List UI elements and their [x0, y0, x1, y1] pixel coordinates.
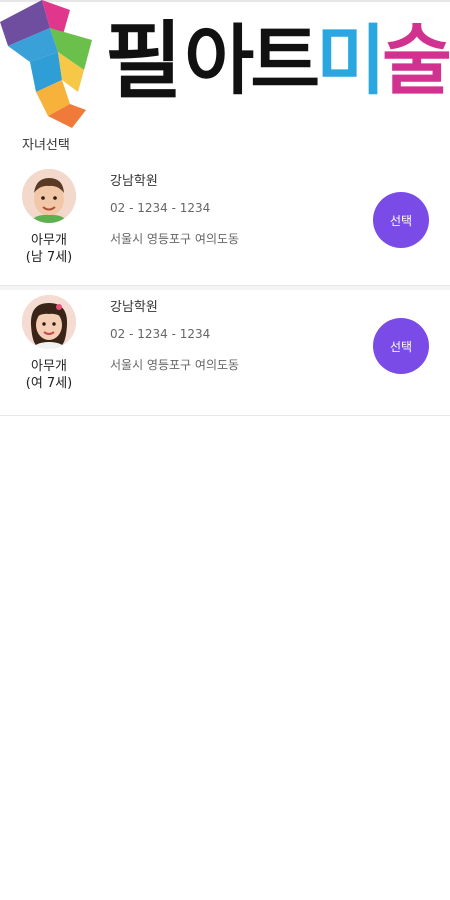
- child-name: 아무개: [31, 359, 67, 374]
- child-avatar: [22, 169, 76, 223]
- child-name: 아무개: [31, 233, 67, 248]
- logo-char-5: 술: [382, 16, 450, 105]
- academy-address: 서울시 영등포구 여의도동: [110, 232, 240, 246]
- select-child-button[interactable]: 선택: [373, 318, 429, 374]
- logo-char-3: 트: [250, 16, 320, 105]
- app-header: 필 아 트 미 술 자녀선택: [0, 0, 450, 160]
- child-gender-age: (여 7세): [25, 376, 73, 391]
- select-child-button[interactable]: 선택: [373, 192, 429, 248]
- academy-address: 서울시 영등포구 여의도동: [110, 358, 240, 372]
- academy-phone: 02 - 1234 - 1234: [110, 201, 211, 215]
- child-gender-age: (남 7세): [25, 250, 73, 265]
- brand-logo-icon: [0, 0, 92, 128]
- child-list: 아무개 (남 7세) 강남학원 02 - 1234 - 1234 서울시 영등포…: [0, 160, 450, 416]
- section-title: 자녀선택: [22, 138, 70, 153]
- child-list-item: 아무개 (여 7세) 강남학원 02 - 1234 - 1234 서울시 영등포…: [0, 286, 450, 416]
- logo-char-4: 미: [316, 16, 386, 105]
- child-avatar: [22, 295, 76, 349]
- academy-name: 강남학원: [110, 300, 158, 315]
- child-list-item: 아무개 (남 7세) 강남학원 02 - 1234 - 1234 서울시 영등포…: [0, 160, 450, 290]
- academy-name: 강남학원: [110, 174, 158, 189]
- boy-avatar-icon: [22, 169, 76, 223]
- girl-avatar-icon: [22, 295, 76, 349]
- logo-char-2: 아: [184, 16, 254, 105]
- academy-phone: 02 - 1234 - 1234: [110, 327, 211, 341]
- logo-char-1: 필: [105, 12, 182, 110]
- brand-logo-text: 필 아 트 미 술: [105, 2, 450, 120]
